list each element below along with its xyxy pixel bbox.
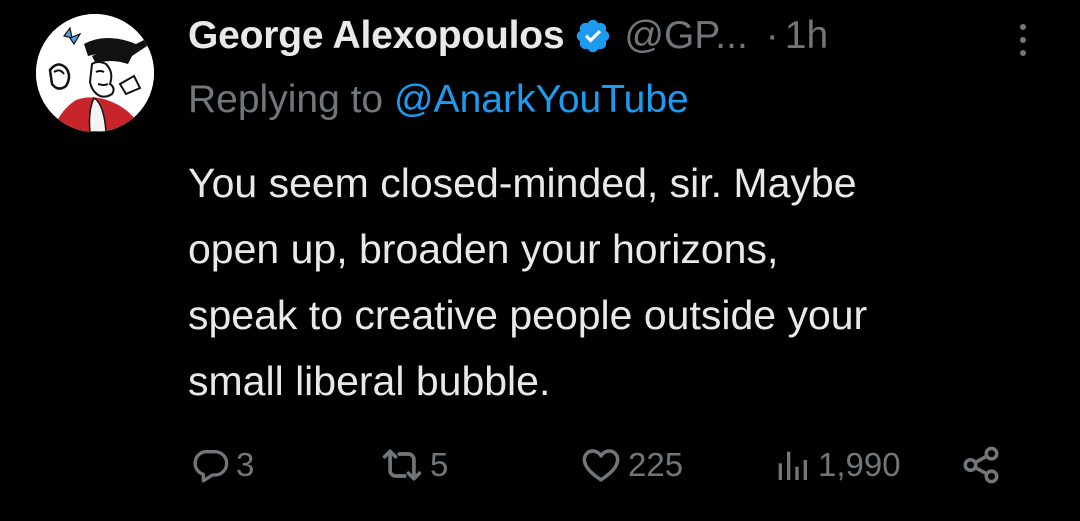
replying-to-mention[interactable]: @AnarkYouTube: [394, 78, 689, 121]
reply-count: 3: [236, 446, 255, 483]
replying-prefix: Replying to: [188, 78, 384, 121]
reply-button[interactable]: 3: [190, 440, 254, 490]
action-bar: 3 5 225 1,990: [190, 440, 1020, 490]
tweet-text-line: small liberal bubble.: [188, 358, 551, 404]
analytics-icon: [772, 445, 812, 485]
views-count: 1,990: [818, 446, 901, 483]
user-handle[interactable]: @GP...: [624, 14, 747, 58]
views-button[interactable]: 1,990: [772, 440, 901, 490]
reply-icon: [190, 445, 230, 485]
avatar[interactable]: [36, 14, 154, 132]
display-name[interactable]: George Alexopoulos: [188, 14, 565, 58]
verified-badge-icon: [574, 17, 612, 55]
tweet-text-line: speak to creative people outside your: [188, 292, 868, 338]
tweet: George Alexopoulos @GP... · 1h Replying …: [0, 0, 1080, 521]
timestamp[interactable]: 1h: [785, 14, 828, 58]
repost-button[interactable]: 5: [380, 440, 448, 490]
avatar-image: [36, 14, 154, 132]
tweet-text-line: open up, broaden your horizons,: [188, 226, 779, 272]
replying-to-line: Replying to @AnarkYouTube: [188, 78, 689, 122]
separator-dot: ·: [765, 14, 779, 57]
tweet-text: You seem closed-minded, sir. Maybe open …: [188, 150, 1048, 414]
repost-count: 5: [430, 446, 449, 483]
like-count: 225: [628, 446, 684, 483]
more-options-icon[interactable]: [1008, 16, 1038, 64]
heart-icon: [580, 444, 622, 486]
tweet-text-line: You seem closed-minded, sir. Maybe: [188, 160, 857, 206]
repost-icon: [380, 443, 424, 487]
tweet-header: George Alexopoulos @GP... · 1h: [188, 8, 1048, 64]
share-button[interactable]: [960, 440, 1002, 490]
share-icon: [960, 444, 1002, 486]
like-button[interactable]: 225: [580, 440, 683, 490]
